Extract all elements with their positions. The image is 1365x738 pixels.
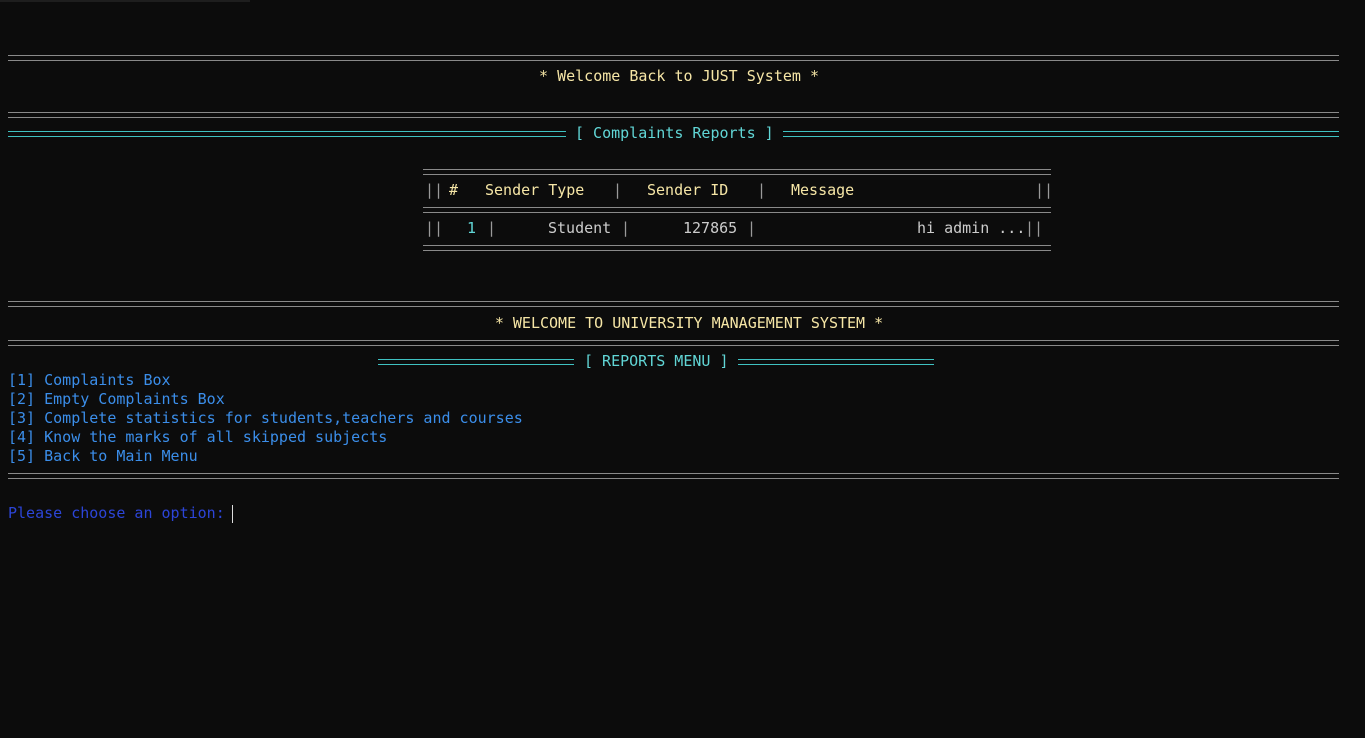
option-prompt: Please choose an option: xyxy=(8,504,234,522)
table-left-border: || xyxy=(425,181,444,199)
column-header-sender-type: Sender Type xyxy=(485,181,585,199)
ums-top-separator xyxy=(8,301,1339,307)
row-number: 1 xyxy=(467,219,477,237)
welcome-separator xyxy=(8,112,1339,118)
column-divider: | xyxy=(613,181,623,199)
table-left-border: || xyxy=(425,219,444,237)
column-header-message: Message xyxy=(791,181,855,199)
row-sender-id: 127865 xyxy=(683,219,738,237)
top-separator xyxy=(8,55,1339,61)
ums-welcome-banner: * WELCOME TO UNIVERSITY MANAGEMENT SYSTE… xyxy=(494,314,884,332)
reports-menu-title: [ REPORTS MENU ] xyxy=(584,352,729,370)
row-sender-type: Student xyxy=(548,219,612,237)
menu-bottom-separator xyxy=(8,473,1339,479)
menu-item-skipped-subjects-marks[interactable]: [4] Know the marks of all skipped subjec… xyxy=(8,428,387,447)
menu-item-back-to-main-menu[interactable]: [5] Back to Main Menu xyxy=(8,447,198,466)
complaints-reports-title: [ Complaints Reports ] xyxy=(575,124,774,142)
table-bottom-border xyxy=(423,245,1051,251)
column-divider: | xyxy=(757,181,767,199)
row-message: hi admin ... xyxy=(917,219,1026,237)
table-header-row: || # Sender Type | Sender ID | Message |… xyxy=(423,181,1054,200)
column-divider: | xyxy=(487,219,497,237)
menu-item-complete-statistics[interactable]: [3] Complete statistics for students,tea… xyxy=(8,409,523,428)
complaints-rule-right xyxy=(783,131,1339,137)
column-header-number: # xyxy=(449,181,459,199)
welcome-back-banner: * Welcome Back to JUST System * xyxy=(539,67,819,85)
column-divider: | xyxy=(747,219,757,237)
input-cursor[interactable] xyxy=(232,505,233,523)
table-row: || 1 | Student | 127865 | hi admin ... |… xyxy=(423,219,1051,238)
table-right-border: || xyxy=(1025,219,1044,237)
menu-rule-left xyxy=(378,359,574,365)
menu-item-complaints-box[interactable]: [1] Complaints Box xyxy=(8,371,171,390)
menu-rule-right xyxy=(738,359,934,365)
table-right-border: || xyxy=(1035,181,1054,199)
table-top-border xyxy=(423,169,1051,175)
column-header-sender-id: Sender ID xyxy=(647,181,729,199)
complaints-rule-left xyxy=(8,131,566,137)
ums-bottom-separator xyxy=(8,340,1339,346)
column-divider: | xyxy=(621,219,631,237)
menu-item-empty-complaints-box[interactable]: [2] Empty Complaints Box xyxy=(8,390,225,409)
table-header-separator xyxy=(423,207,1051,213)
window-top-edge xyxy=(0,0,250,2)
